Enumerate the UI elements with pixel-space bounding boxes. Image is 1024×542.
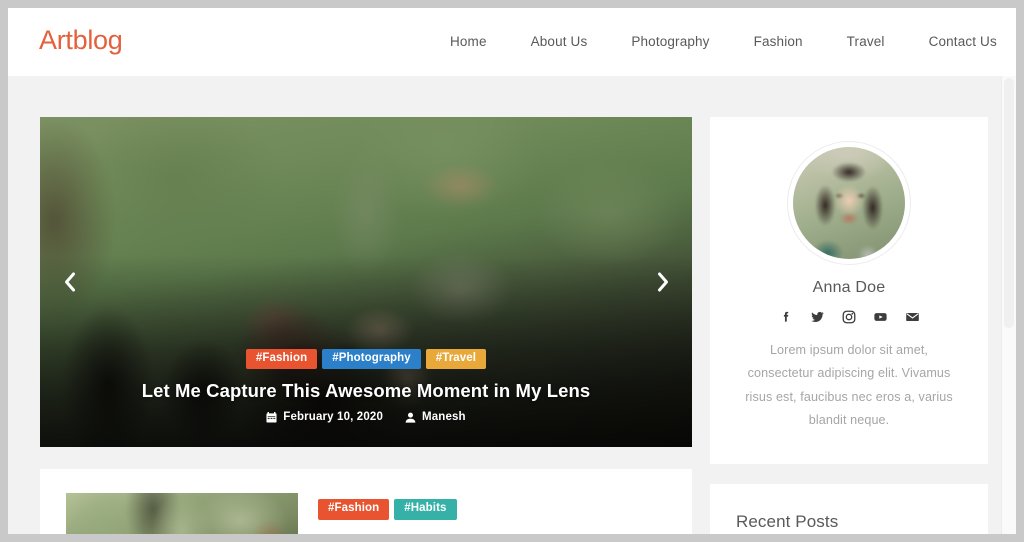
main-content-column: #Fashion #Photography #Travel Let Me Cap… (40, 117, 692, 534)
slider-next-icon[interactable] (646, 265, 680, 299)
about-bio-text: Lorem ipsum dolor sit amet, consectetur … (745, 343, 953, 427)
site-header: Artblog Home About Us Photography Fashio… (8, 8, 1016, 76)
page-scrollbar[interactable] (1001, 76, 1016, 534)
post-tag-row: #Fashion #Habits (318, 499, 457, 520)
youtube-icon[interactable] (873, 310, 888, 324)
nav-item-photography[interactable]: Photography (609, 34, 731, 49)
main-navigation: Home About Us Photography Fashion Travel… (428, 34, 1016, 49)
hero-post-meta: February 10, 2020 Manesh (40, 411, 692, 423)
hero-post-date: February 10, 2020 (266, 411, 383, 423)
hero-post-author: Manesh (405, 411, 466, 423)
instagram-icon[interactable] (842, 310, 856, 324)
hero-slider: #Fashion #Photography #Travel Let Me Cap… (40, 117, 692, 447)
user-icon (405, 412, 416, 423)
browser-viewport: Artblog Home About Us Photography Fashio… (8, 8, 1016, 534)
sidebar-column: Anna Doe Lorem ipsum dolor sit amet, con… (710, 117, 988, 534)
avatar-photo (793, 147, 905, 259)
page-body: #Fashion #Photography #Travel Let Me Cap… (8, 76, 1016, 534)
nav-item-home[interactable]: Home (428, 34, 509, 49)
calendar-icon (266, 411, 277, 423)
hero-tag-row: #Fashion #Photography #Travel (40, 348, 692, 369)
post-card-body: #Fashion #Habits (318, 499, 457, 520)
tag-fashion[interactable]: #Fashion (318, 499, 390, 520)
email-icon[interactable] (905, 310, 920, 324)
about-widget: Anna Doe Lorem ipsum dolor sit amet, con… (710, 117, 988, 465)
nav-item-about-us[interactable]: About Us (509, 34, 610, 49)
hero-date-text: February 10, 2020 (283, 411, 383, 423)
hero-caption: #Fashion #Photography #Travel Let Me Cap… (40, 348, 692, 423)
about-author-name: Anna Doe (812, 279, 886, 296)
avatar (793, 147, 905, 259)
recent-posts-widget: Recent Posts (710, 484, 988, 534)
post-card: #Fashion #Habits (40, 469, 692, 534)
site-logo[interactable]: Artblog (39, 25, 123, 56)
recent-posts-title: Recent Posts (736, 512, 839, 532)
nav-item-travel[interactable]: Travel (825, 34, 907, 49)
tag-habits[interactable]: #Habits (394, 499, 457, 520)
tag-travel[interactable]: #Travel (425, 348, 487, 369)
social-links (736, 310, 962, 324)
slider-prev-icon[interactable] (52, 265, 86, 299)
nav-item-contact-us[interactable]: Contact Us (907, 34, 1016, 49)
post-thumbnail[interactable] (66, 493, 298, 534)
tag-photography[interactable]: #Photography (322, 348, 421, 369)
tag-fashion[interactable]: #Fashion (245, 348, 318, 369)
facebook-icon[interactable] (779, 310, 793, 324)
twitter-icon[interactable] (810, 310, 825, 324)
hero-post-title[interactable]: Let Me Capture This Awesome Moment in My… (40, 380, 692, 402)
hero-author-text: Manesh (422, 411, 466, 423)
nav-item-fashion[interactable]: Fashion (732, 34, 825, 49)
post-thumbnail-photo (66, 493, 298, 534)
scrollbar-thumb[interactable] (1004, 78, 1014, 328)
